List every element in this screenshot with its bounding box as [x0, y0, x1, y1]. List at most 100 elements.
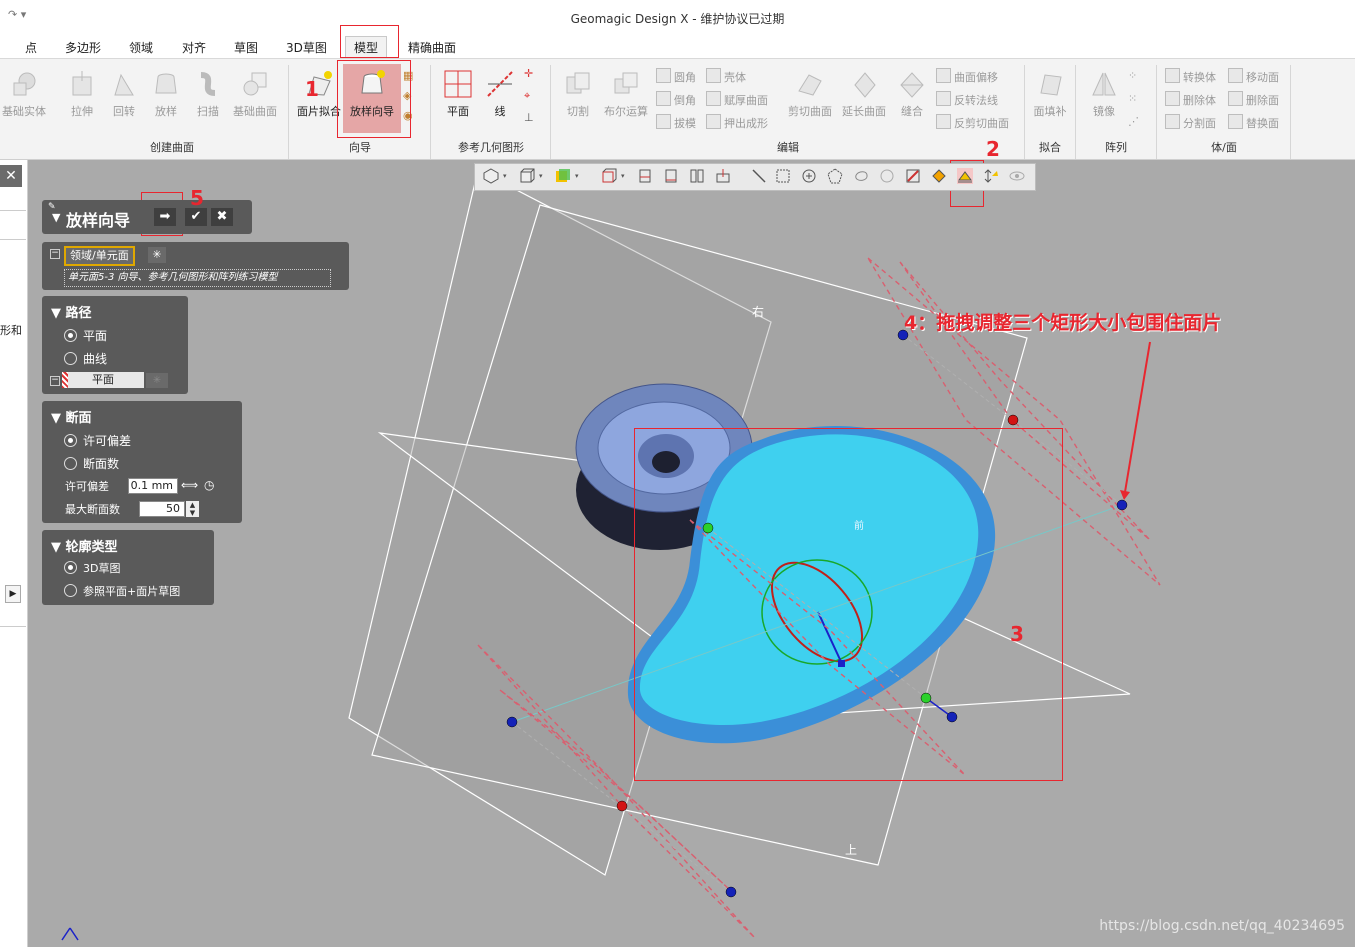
collapse-arrow-icon[interactable]: ▼ — [52, 211, 60, 224]
point-icon[interactable]: ✛ — [524, 67, 534, 89]
radio-count[interactable] — [64, 457, 77, 470]
revolve-button[interactable]: 回转 — [106, 69, 142, 119]
loft-button[interactable]: 放样 — [148, 69, 184, 119]
basic-surface-button[interactable]: 基础曲面 — [230, 69, 280, 119]
reverse-normal-button[interactable]: 反转法线 — [936, 91, 1009, 114]
replace-face-button[interactable]: 替换面 — [1228, 114, 1279, 137]
chamfer-button[interactable]: 倒角 — [656, 91, 696, 114]
region-label-field[interactable]: 领域/单元面 — [64, 246, 135, 266]
brush-select-icon[interactable] — [879, 168, 895, 184]
control-point-blue[interactable] — [506, 716, 518, 728]
circular-array-icon[interactable]: ⁙ — [1128, 92, 1139, 115]
fillet-button[interactable]: 圆角 — [656, 68, 696, 91]
array-small-icons[interactable]: ⁘ ⁙ ⋰ — [1128, 69, 1139, 138]
tab-3d-sketch[interactable]: 3D草图 — [286, 39, 327, 56]
tolerance-input[interactable]: 0.1 mm — [128, 478, 178, 494]
axis-icon[interactable]: ⊥ — [524, 111, 534, 133]
next-button[interactable]: ➡ — [154, 208, 176, 226]
extrude-button[interactable]: 拉伸 — [64, 69, 100, 119]
profile-option-3d-sketch[interactable]: 3D草图 — [64, 560, 120, 576]
tab-accurate-surface[interactable]: 精确曲面 — [408, 39, 456, 56]
boolean-button[interactable]: 布尔运算 — [600, 69, 652, 119]
rect-select-icon[interactable] — [775, 168, 791, 184]
path-plane-field[interactable]: 平面 — [62, 372, 144, 388]
dropdown-arrow-icon[interactable]: ▾ — [539, 172, 543, 180]
dropdown-arrow-icon[interactable]: ▾ — [575, 172, 579, 180]
circle-select-icon[interactable] — [801, 168, 817, 184]
max-sections-input[interactable]: 50 — [139, 501, 185, 517]
visibility-icon[interactable] — [1009, 168, 1025, 184]
fill-select-icon[interactable] — [931, 168, 947, 184]
delete-body-button[interactable]: 删除体 — [1165, 91, 1216, 114]
path-option-curve[interactable]: 曲线 — [64, 350, 107, 367]
delete-face-button[interactable]: 删除面 — [1228, 91, 1279, 114]
color-mode-icon[interactable] — [555, 168, 571, 184]
control-point-blue[interactable] — [1116, 499, 1128, 511]
line-button[interactable]: 线 — [482, 69, 518, 119]
fill-face-button[interactable]: 面填补 — [1030, 69, 1070, 119]
line-select-icon[interactable] — [751, 168, 767, 184]
radio-curve[interactable] — [64, 352, 77, 365]
tab-polygon[interactable]: 多边形 — [65, 39, 101, 56]
mirror-button[interactable]: 镜像 — [1086, 69, 1122, 119]
plane-button[interactable]: 平面 — [440, 69, 476, 119]
control-point-red[interactable] — [616, 800, 628, 812]
close-panel-button[interactable]: ✕ — [0, 165, 22, 187]
lasso-select-icon[interactable] — [853, 168, 869, 184]
dropdown-arrow-icon[interactable]: ▾ — [621, 172, 625, 180]
tab-align[interactable]: 对齐 — [182, 39, 206, 56]
linear-array-icon[interactable]: ⁘ — [1128, 69, 1139, 92]
emboss-button[interactable]: 押出成形 — [706, 114, 768, 137]
radio-plane[interactable] — [64, 329, 77, 342]
section-option-tolerance[interactable]: 许可偏差 — [64, 432, 131, 449]
radio-3d-sketch[interactable] — [64, 561, 77, 574]
surface-offset-button[interactable]: 曲面偏移 — [936, 68, 1009, 91]
shell-button[interactable]: 壳体 — [706, 68, 768, 91]
cut-button[interactable]: 切割 — [560, 69, 596, 119]
view-cube-icon[interactable] — [519, 168, 535, 184]
radio-tolerance[interactable] — [64, 434, 77, 447]
cancel-button[interactable]: ✖ — [211, 208, 233, 226]
thicken-surface-button[interactable]: 赋厚曲面 — [706, 91, 768, 114]
move-face-button[interactable]: 移动面 — [1228, 68, 1279, 91]
untrim-surface-button[interactable]: 反剪切曲面 — [936, 114, 1009, 137]
front-view-icon[interactable] — [663, 168, 679, 184]
tab-point[interactable]: 点 — [25, 39, 37, 56]
clear-icon[interactable]: ✳ — [146, 373, 168, 388]
control-point-red[interactable] — [1007, 414, 1019, 426]
box-view-icon[interactable] — [601, 168, 617, 184]
curve-array-icon[interactable]: ⋰ — [1128, 115, 1139, 138]
paint-select-icon[interactable] — [905, 168, 921, 184]
tab-region[interactable]: 领域 — [129, 39, 153, 56]
path-option-plane[interactable]: 平面 — [64, 327, 107, 344]
trim-surface-button[interactable]: 剪切曲面 — [784, 69, 836, 119]
extend-surface-button[interactable]: 延长曲面 — [838, 69, 890, 119]
timer-icon[interactable]: ◷ — [204, 478, 214, 492]
polygon-select-icon[interactable] — [827, 168, 843, 184]
flip-view-icon[interactable] — [715, 168, 731, 184]
radio-ref-plane[interactable] — [64, 584, 77, 597]
section-view-icon[interactable] — [637, 168, 653, 184]
sweep-button[interactable]: 扫描 — [190, 69, 226, 119]
split-view-icon[interactable] — [689, 168, 705, 184]
tab-sketch[interactable]: 草图 — [234, 39, 258, 56]
convert-body-button[interactable]: 转换体 — [1165, 68, 1216, 91]
draft-button[interactable]: 拔模 — [656, 114, 696, 137]
expand-arrow-icon[interactable]: ▶ — [5, 585, 21, 603]
display-mode-icon[interactable] — [483, 168, 499, 184]
basic-solid-button[interactable]: 基础实体 — [0, 69, 48, 119]
tree-collapse-icon[interactable]: − — [50, 249, 60, 259]
clear-icon[interactable]: ✳ — [148, 247, 166, 263]
split-face-button[interactable]: 分割面 — [1165, 114, 1216, 137]
ref-small-icons[interactable]: ✛ ⌖ ⊥ — [524, 67, 534, 133]
coordinate-icon[interactable]: ⌖ — [524, 89, 534, 111]
region-value[interactable]: 单元面5-3 向导、参考几何图形和阵列练习模型 — [64, 269, 331, 287]
control-point-blue[interactable] — [725, 886, 737, 898]
extend-select-icon[interactable] — [957, 168, 973, 184]
stepper-icon[interactable]: ▲ ▼ — [186, 501, 199, 517]
move-select-icon[interactable] — [983, 168, 999, 184]
section-option-count[interactable]: 断面数 — [64, 455, 119, 472]
measure-icon[interactable]: ⟺ — [181, 478, 198, 492]
ok-button[interactable]: ✔ — [185, 208, 207, 226]
dropdown-arrow-icon[interactable]: ▾ — [503, 172, 507, 180]
